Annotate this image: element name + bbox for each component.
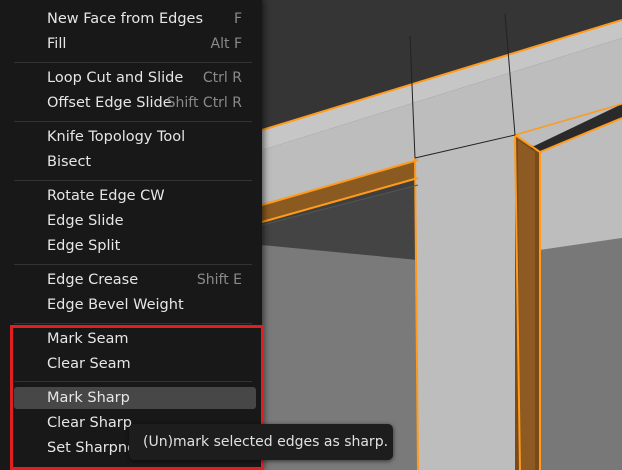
menu-item-loop-cut-and-slide[interactable]: Loop Cut and Slide Ctrl R [0, 66, 262, 90]
menu-item-rotate-edge-cw[interactable]: Rotate Edge CW [0, 184, 262, 208]
menu-item-edge-split[interactable]: Edge Split [0, 234, 262, 258]
tooltip-text: (Un)mark selected edges as sharp. [143, 434, 389, 450]
menu-separator [14, 121, 252, 122]
menu-item-edge-slide[interactable]: Edge Slide [0, 209, 262, 233]
menu-item-knife-topology-tool[interactable]: Knife Topology Tool [0, 125, 262, 149]
menu-item-new-face-from-edges[interactable]: New Face from Edges F [0, 7, 262, 31]
menu-separator [14, 323, 252, 324]
menu-item-edge-bevel-weight[interactable]: Edge Bevel Weight [0, 293, 262, 317]
menu-separator [14, 180, 252, 181]
menu-item-fill[interactable]: Fill Alt F [0, 32, 262, 56]
menu-item-edge-crease[interactable]: Edge Crease Shift E [0, 268, 262, 292]
menu-separator [14, 264, 252, 265]
menu-item-bisect[interactable]: Bisect [0, 150, 262, 174]
menu-item-offset-edge-slide[interactable]: Offset Edge Slide Shift Ctrl R [0, 91, 262, 115]
menu-separator [14, 62, 252, 63]
tooltip: (Un)mark selected edges as sharp. [129, 424, 393, 460]
